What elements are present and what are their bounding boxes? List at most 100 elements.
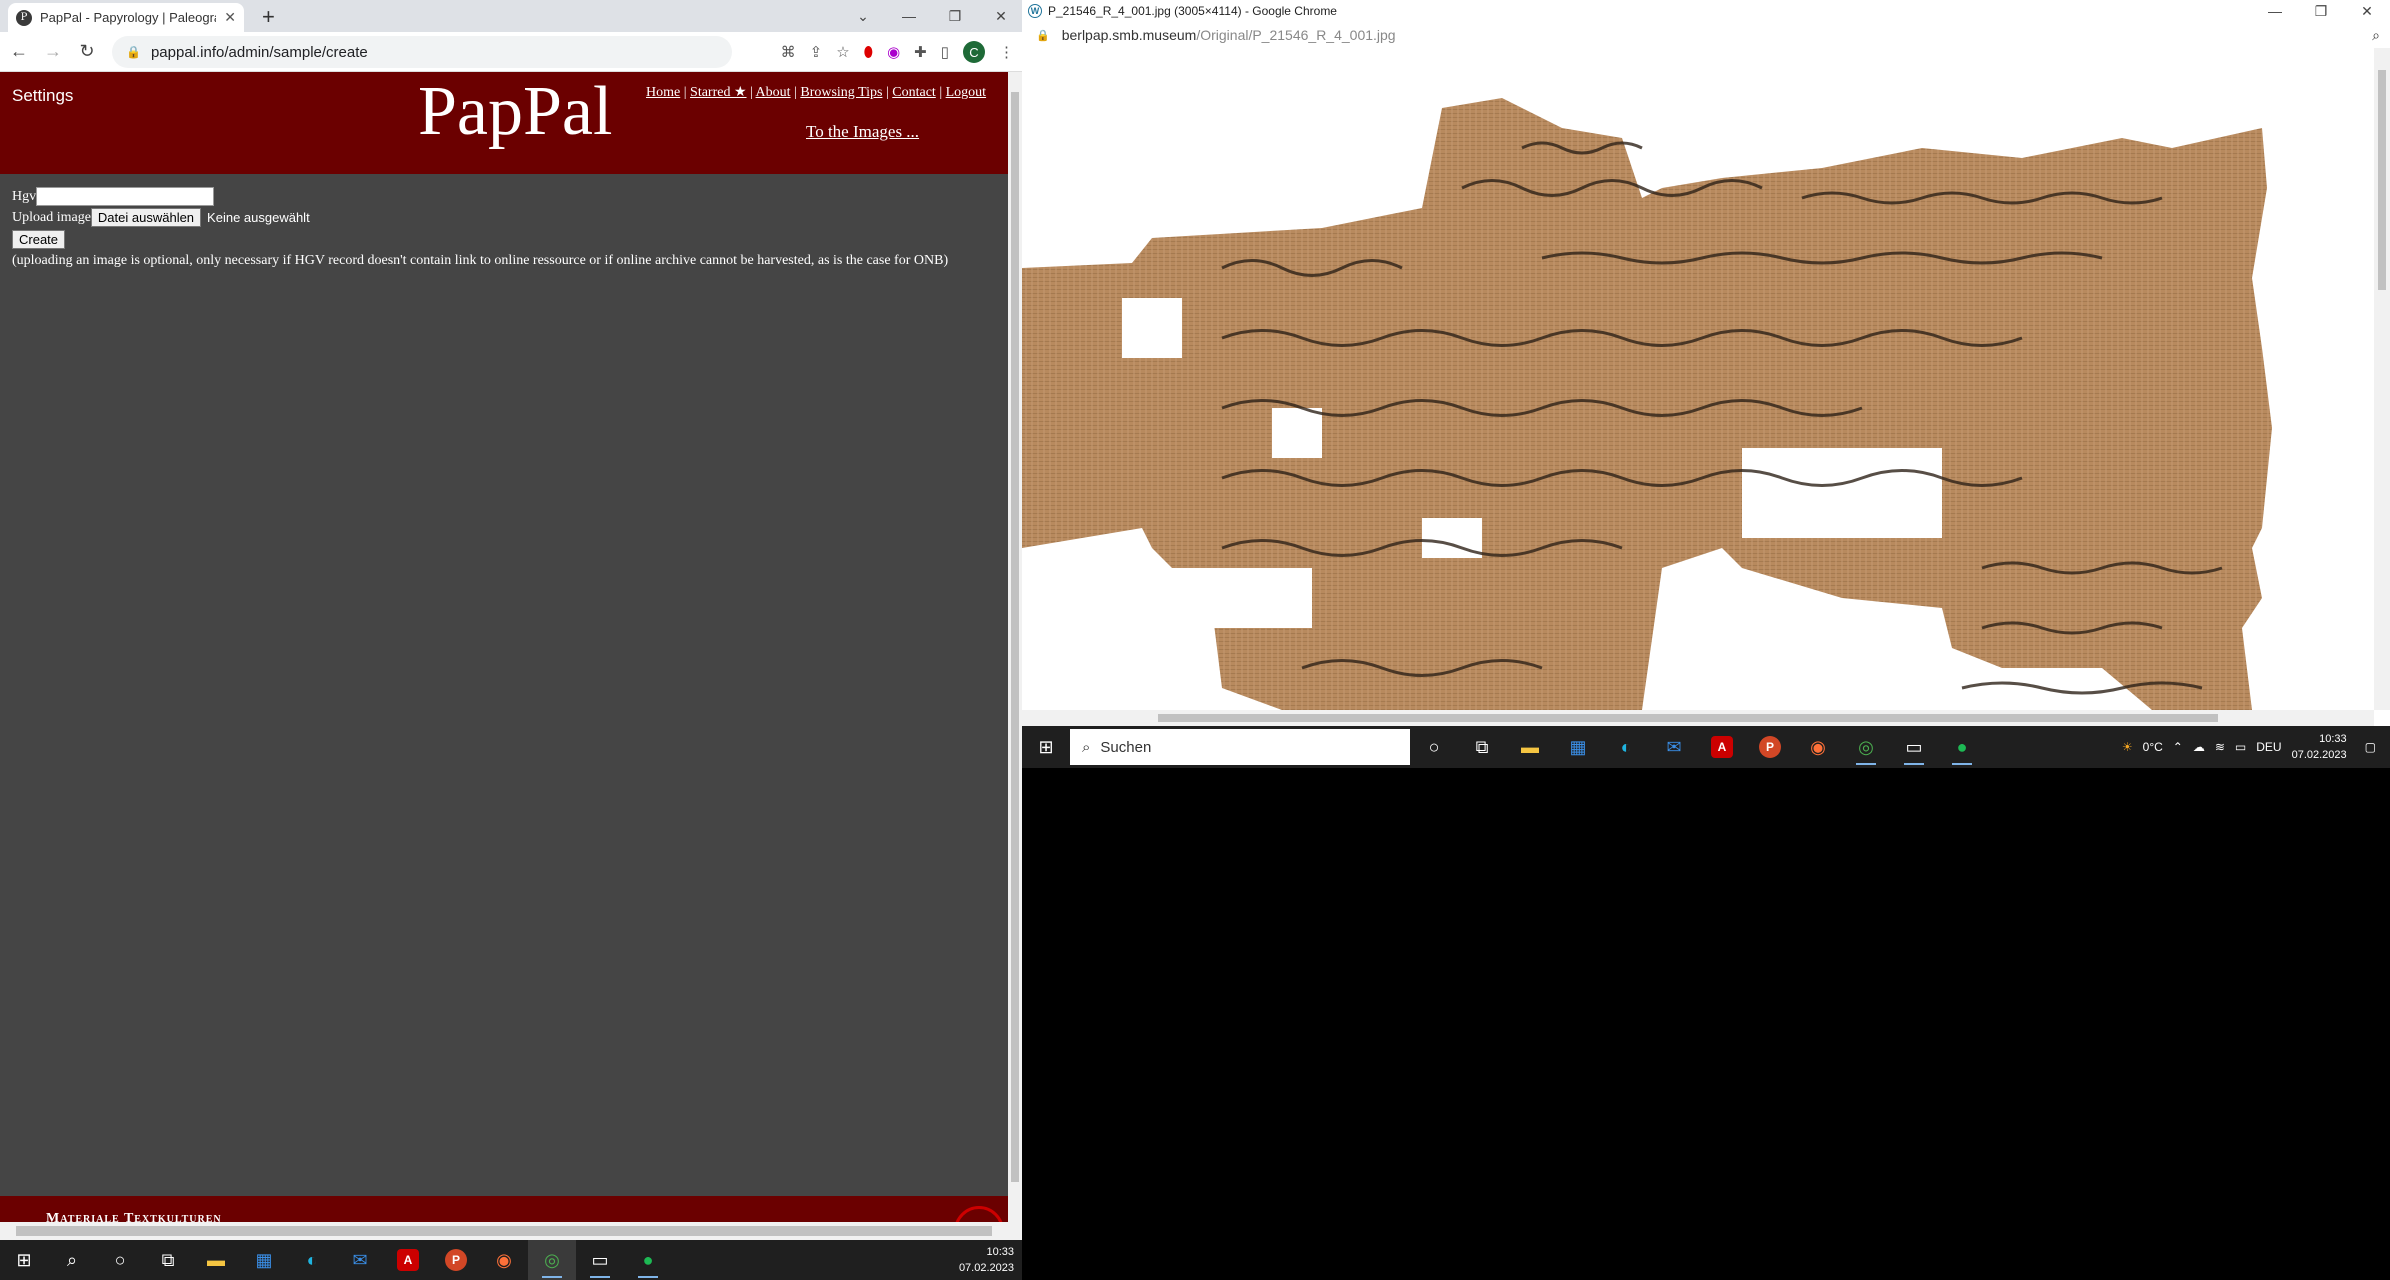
file-explorer-icon[interactable]: ▬: [192, 1240, 240, 1280]
restore-icon[interactable]: ❐: [932, 0, 978, 32]
tab-search-icon[interactable]: ⌄: [840, 0, 886, 32]
nav-about[interactable]: About: [756, 85, 791, 100]
browser-toolbar: ← → ↻ 🔒 pappal.info/admin/sample/create …: [0, 32, 1022, 72]
wifi-icon[interactable]: ≋: [2215, 740, 2225, 754]
spotify-icon[interactable]: ●: [1938, 727, 1986, 767]
edge-icon[interactable]: ◐: [1602, 727, 1650, 767]
language-indicator[interactable]: DEU: [2256, 740, 2281, 754]
address-bar[interactable]: 🔒 pappal.info/admin/sample/create: [112, 36, 732, 68]
weather-temp[interactable]: 0°C: [2143, 740, 2163, 754]
back-icon[interactable]: ←: [4, 37, 34, 67]
side-panel-icon[interactable]: ▯: [941, 43, 949, 61]
clock[interactable]: 10:33 07.02.2023: [959, 1244, 1022, 1276]
task-view-icon[interactable]: ⧉: [144, 1240, 192, 1280]
tab-strip: P PapPal - Papyrology | Paleograph ✕ + ⌄…: [0, 0, 1022, 32]
left-browser-window: P PapPal - Papyrology | Paleograph ✕ + ⌄…: [0, 0, 1022, 1240]
taskbar-search[interactable]: ⌕ Suchen: [1070, 729, 1410, 765]
app-window-icon[interactable]: ▭: [1890, 727, 1938, 767]
battery-icon[interactable]: ▭: [2235, 740, 2246, 754]
nav-browsing-tips[interactable]: Browsing Tips: [800, 85, 882, 100]
lock-icon: 🔒: [126, 45, 141, 59]
tab-pappal[interactable]: P PapPal - Papyrology | Paleograph ✕: [8, 3, 244, 32]
share-icon[interactable]: ⇪: [810, 43, 823, 61]
pappal-header: Settings PapPal Home | Starred ★ | About…: [0, 72, 1008, 174]
window-title: P_21546_R_4_001.jpg (3005×4114) - Google…: [1048, 4, 1337, 18]
onedrive-icon[interactable]: ☁: [2193, 740, 2205, 754]
mail-icon[interactable]: ✉: [336, 1240, 384, 1280]
forward-icon[interactable]: →: [38, 37, 68, 67]
nav-home[interactable]: Home: [646, 85, 680, 100]
horizontal-scrollbar[interactable]: [0, 1222, 1008, 1240]
cortana-icon[interactable]: ○: [96, 1240, 144, 1280]
translate-icon[interactable]: ⌘: [781, 43, 796, 61]
create-sample-form: Hgv Upload image Datei auswählen Keine a…: [12, 186, 948, 269]
windows-start-icon[interactable]: ⊞: [0, 1240, 48, 1280]
lock-icon: 🔒: [1036, 29, 1050, 42]
vertical-scrollbar[interactable]: [1008, 72, 1022, 1240]
pappal-logo[interactable]: PapPal: [418, 72, 612, 152]
task-view-icon[interactable]: ⧉: [1458, 727, 1506, 767]
mail-icon[interactable]: ✉: [1650, 727, 1698, 767]
store-icon[interactable]: ▦: [1554, 727, 1602, 767]
choose-file-button[interactable]: Datei auswählen: [90, 208, 202, 227]
search-icon[interactable]: ⌕: [48, 1240, 96, 1280]
powerpoint-icon[interactable]: P: [1746, 727, 1794, 767]
restore-icon[interactable]: ❐: [2298, 0, 2344, 22]
upload-note: (uploading an image is optional, only ne…: [12, 253, 949, 268]
new-tab-icon[interactable]: +: [262, 4, 275, 30]
taskbar-left-monitor: ⊞ ⌕ ○ ⧉ ▬ ▦ ◐ ✉ A P ◉ ◎ ▭ ● 10:33 07.02.…: [0, 1240, 1022, 1280]
clock[interactable]: 10:33 07.02.2023: [2292, 731, 2355, 763]
minimize-icon[interactable]: —: [2252, 0, 2298, 22]
nav-contact[interactable]: Contact: [892, 85, 936, 100]
app-window-icon[interactable]: ▭: [576, 1240, 624, 1280]
firefox-icon[interactable]: ◉: [1794, 727, 1842, 767]
taskbar-right-monitor: ⊞ ⌕ Suchen ○ ⧉ ▬ ▦ ◐ ✉ A P ◉ ◎ ▭ ● ☀ 0°C…: [1022, 726, 2390, 768]
zoom-icon[interactable]: ⌕: [2372, 27, 2380, 44]
hgv-input[interactable]: [36, 187, 215, 206]
edge-icon[interactable]: ◐: [288, 1240, 336, 1280]
system-tray: ☀ 0°C ⌃ ☁ ≋ ▭ DEU 10:33 07.02.2023 ▢: [2122, 731, 2390, 763]
right-browser-window: W P_21546_R_4_001.jpg (3005×4114) - Goog…: [1022, 0, 2390, 768]
popup-address-bar[interactable]: 🔒 berlpap.smb.museum/Original/P_21546_R_…: [1022, 22, 2390, 48]
image-horizontal-scrollbar[interactable]: [1022, 710, 2374, 726]
tab-title: PapPal - Papyrology | Paleograph: [40, 10, 217, 25]
close-window-icon[interactable]: ✕: [978, 0, 1022, 32]
tab-close-icon[interactable]: ✕: [224, 9, 236, 26]
nav-logout[interactable]: Logout: [946, 85, 986, 100]
spotify-icon[interactable]: ●: [624, 1240, 672, 1280]
acrobat-icon[interactable]: A: [384, 1240, 432, 1280]
file-explorer-icon[interactable]: ▬: [1506, 727, 1554, 767]
notification-icon[interactable]: ▢: [2365, 740, 2376, 754]
search-placeholder: Suchen: [1100, 738, 1152, 756]
close-window-icon[interactable]: ✕: [2344, 0, 2390, 22]
powerpoint-icon[interactable]: P: [432, 1240, 480, 1280]
acrobat-icon[interactable]: A: [1698, 727, 1746, 767]
extension-purple-icon[interactable]: ◉: [887, 43, 900, 61]
tray-chevron-icon[interactable]: ⌃: [2173, 740, 2183, 754]
papyrus-image[interactable]: [1022, 48, 2374, 710]
bookmark-star-icon[interactable]: ☆: [836, 43, 849, 61]
settings-link[interactable]: Settings: [12, 86, 73, 106]
windows-start-icon[interactable]: ⊞: [1022, 727, 1070, 767]
minimize-icon[interactable]: —: [886, 0, 932, 32]
weather-icon[interactable]: ☀: [2122, 740, 2133, 754]
menu-kebab-icon[interactable]: ⋮: [999, 43, 1014, 61]
extension-red-icon[interactable]: ⬮: [864, 44, 873, 61]
store-icon[interactable]: ▦: [240, 1240, 288, 1280]
chrome-icon[interactable]: ◎: [528, 1240, 576, 1280]
nav-starred[interactable]: Starred ★: [690, 85, 746, 100]
profile-avatar[interactable]: C: [963, 41, 985, 63]
chrome-icon[interactable]: ◎: [1842, 727, 1890, 767]
firefox-icon[interactable]: ◉: [480, 1240, 528, 1280]
window-title-bar: W P_21546_R_4_001.jpg (3005×4114) - Goog…: [1022, 0, 2390, 22]
image-vertical-scrollbar[interactable]: [2374, 48, 2390, 710]
url-text: pappal.info/admin/sample/create: [150, 43, 368, 61]
upload-image-label: Upload image: [12, 209, 91, 225]
extensions-puzzle-icon[interactable]: ✚: [914, 43, 927, 61]
wordpress-icon: W: [1028, 4, 1042, 18]
cortana-icon[interactable]: ○: [1410, 727, 1458, 767]
create-button[interactable]: Create: [12, 230, 66, 249]
reload-icon[interactable]: ↻: [72, 37, 102, 67]
papyrus-fragment: [1022, 98, 2272, 710]
to-images-link[interactable]: To the Images ...: [806, 122, 919, 142]
